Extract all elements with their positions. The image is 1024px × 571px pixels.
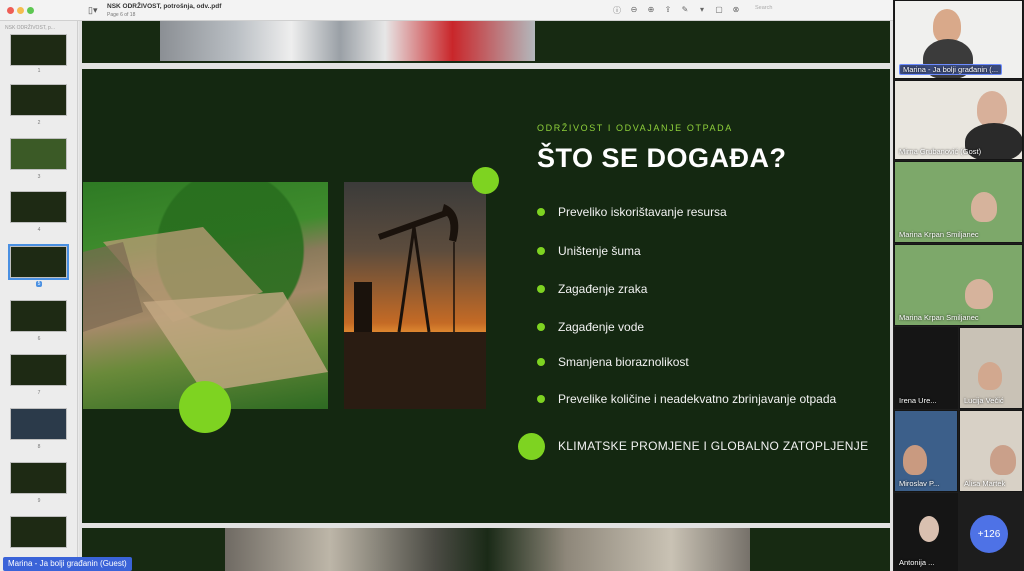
thumbnail-number: 9 xyxy=(37,498,41,504)
thumbnail-number: 1 xyxy=(37,68,41,74)
rotate-icon[interactable]: ▾ xyxy=(697,5,707,16)
zoom-out-icon[interactable]: ⊖ xyxy=(629,5,639,16)
participant-name: Lucija Večić xyxy=(964,396,1004,405)
participant-tile[interactable]: Miroslav P... xyxy=(894,410,958,492)
thumbnail-number: 7 xyxy=(37,390,41,396)
participant-name: Miroslav P... xyxy=(899,479,940,488)
close-window-button[interactable] xyxy=(7,7,14,14)
bullet-dot-icon xyxy=(537,358,545,366)
pdf-content-area[interactable]: ODRŽIVOST I ODVAJANJE OTPADA ŠTO SE DOGA… xyxy=(79,21,893,571)
zoom-in-icon[interactable]: ⊕ xyxy=(646,5,656,16)
crop-icon[interactable]: ▢ xyxy=(714,5,724,16)
participant-video xyxy=(903,445,927,475)
participant-tile[interactable]: Marina Krpan Smiljanec xyxy=(894,161,1023,243)
bullet-dot-icon xyxy=(537,395,545,403)
participants-panel: Marina - Ja bolji građanin (... Mirna Gr… xyxy=(893,0,1024,571)
page-thumbnail-10[interactable] xyxy=(10,516,67,548)
decorative-dot xyxy=(472,167,499,194)
oil-pump-photo xyxy=(344,182,486,409)
page-thumbnail-4[interactable] xyxy=(10,191,67,223)
sidebar-header: NSK ODRŽIVOST, p... xyxy=(5,25,56,31)
info-icon[interactable]: ⓘ xyxy=(612,5,622,16)
bullet-dot-icon xyxy=(537,247,545,255)
participant-tile[interactable]: Mirna Grubanović (Gost) xyxy=(894,80,1023,160)
sidebar-toggle-icon[interactable]: ▯▾ xyxy=(88,5,108,16)
thumbnail-number: 8 xyxy=(37,444,41,450)
page-thumbnail-1[interactable] xyxy=(10,34,67,66)
participant-name: Alisa Martek xyxy=(964,479,1006,488)
participant-tile[interactable]: Marina - Ja bolji građanin (... xyxy=(894,0,1023,79)
document-title: NSK ODRŽIVOST, potrošnja, odv..pdf xyxy=(107,3,222,10)
thumbnail-number: 6 xyxy=(37,336,41,342)
thumbnail-number: 5 xyxy=(35,281,43,287)
participant-video xyxy=(971,192,997,222)
search-input[interactable]: Search xyxy=(753,5,797,16)
page-thumbnail-8[interactable] xyxy=(10,408,67,440)
page-thumbnail-3[interactable] xyxy=(10,138,67,170)
next-page-top xyxy=(82,528,890,571)
bullet-dot-icon xyxy=(537,208,545,216)
participant-name: Marina Krpan Smiljanec xyxy=(899,313,979,322)
participant-video xyxy=(990,445,1016,475)
thumbnail-sidebar: NSK ODRŽIVOST, p... 1 2 3 4 5 6 7 8 9 xyxy=(0,21,78,571)
page-thumbnail-6[interactable] xyxy=(10,300,67,332)
highlight-dot-icon xyxy=(518,433,545,460)
slide-kicker: ODRŽIVOST I ODVAJANJE OTPADA xyxy=(537,123,733,133)
oil-pump-silhouette xyxy=(344,204,486,409)
share-icon[interactable]: ⇪ xyxy=(663,5,673,16)
titlebar: ▯▾ NSK ODRŽIVOST, potrošnja, odv..pdf Pa… xyxy=(0,0,893,21)
decorative-dot xyxy=(179,381,231,433)
log-piles-graphic xyxy=(83,227,328,392)
annotate-icon[interactable]: ⊗ xyxy=(731,5,741,16)
page-thumbnail-2[interactable] xyxy=(10,84,67,116)
participant-name: Marina Krpan Smiljanec xyxy=(899,230,979,239)
bullet-dot-icon xyxy=(537,285,545,293)
minimize-window-button[interactable] xyxy=(17,7,24,14)
participant-name: Irena Ure... xyxy=(899,396,937,405)
cars-photo xyxy=(160,21,535,61)
avatar xyxy=(919,516,939,542)
participant-tile[interactable]: Irena Ure... xyxy=(894,327,958,409)
deforestation-photo xyxy=(83,182,328,409)
participant-video xyxy=(977,91,1007,127)
more-participants-button[interactable]: +126 xyxy=(970,515,1008,553)
previous-page-bottom xyxy=(82,21,890,63)
page-thumbnail-9[interactable] xyxy=(10,462,67,494)
participant-tile[interactable]: Marina Krpan Smiljanec xyxy=(894,244,1023,326)
page-thumbnail-5[interactable] xyxy=(8,244,69,280)
participant-name: Marina - Ja bolji građanin (... xyxy=(899,64,1003,75)
active-speaker-label: Marina - Ja bolji građanin (Guest) xyxy=(3,557,132,571)
participant-name: Mirna Grubanović (Gost) xyxy=(899,147,982,156)
participant-video xyxy=(933,9,961,43)
participant-tile[interactable]: Antonija ... xyxy=(894,493,958,571)
screen: ▯▾ NSK ODRŽIVOST, potrošnja, odv..pdf Pa… xyxy=(0,0,1024,571)
participant-video xyxy=(965,279,993,309)
toolbar-icons: ⓘ ⊖ ⊕ ⇪ ✎ ▾ ▢ ⊗ xyxy=(612,5,741,16)
slide-title: ŠTO SE DOGAĐA? xyxy=(537,143,787,173)
pdf-viewer-window: ▯▾ NSK ODRŽIVOST, potrošnja, odv..pdf Pa… xyxy=(0,0,893,571)
participant-name: Antonija ... xyxy=(899,558,935,567)
zoom-window-button[interactable] xyxy=(27,7,34,14)
thumbnail-number: 4 xyxy=(37,227,41,233)
participant-video xyxy=(978,362,1002,390)
participant-tile[interactable]: Alisa Martek xyxy=(959,410,1023,492)
participant-tile[interactable]: Lucija Večić xyxy=(959,327,1023,409)
waste-photo xyxy=(225,528,750,571)
current-slide: ODRŽIVOST I ODVAJANJE OTPADA ŠTO SE DOGA… xyxy=(82,69,890,523)
thumbnail-number: 2 xyxy=(37,120,41,126)
page-thumbnail-7[interactable] xyxy=(10,354,67,386)
bullet-dot-icon xyxy=(537,323,545,331)
page-indicator: Page 6 of 18 xyxy=(107,12,136,18)
thumbnail-number: 3 xyxy=(37,174,41,180)
markup-icon[interactable]: ✎ xyxy=(680,5,690,16)
